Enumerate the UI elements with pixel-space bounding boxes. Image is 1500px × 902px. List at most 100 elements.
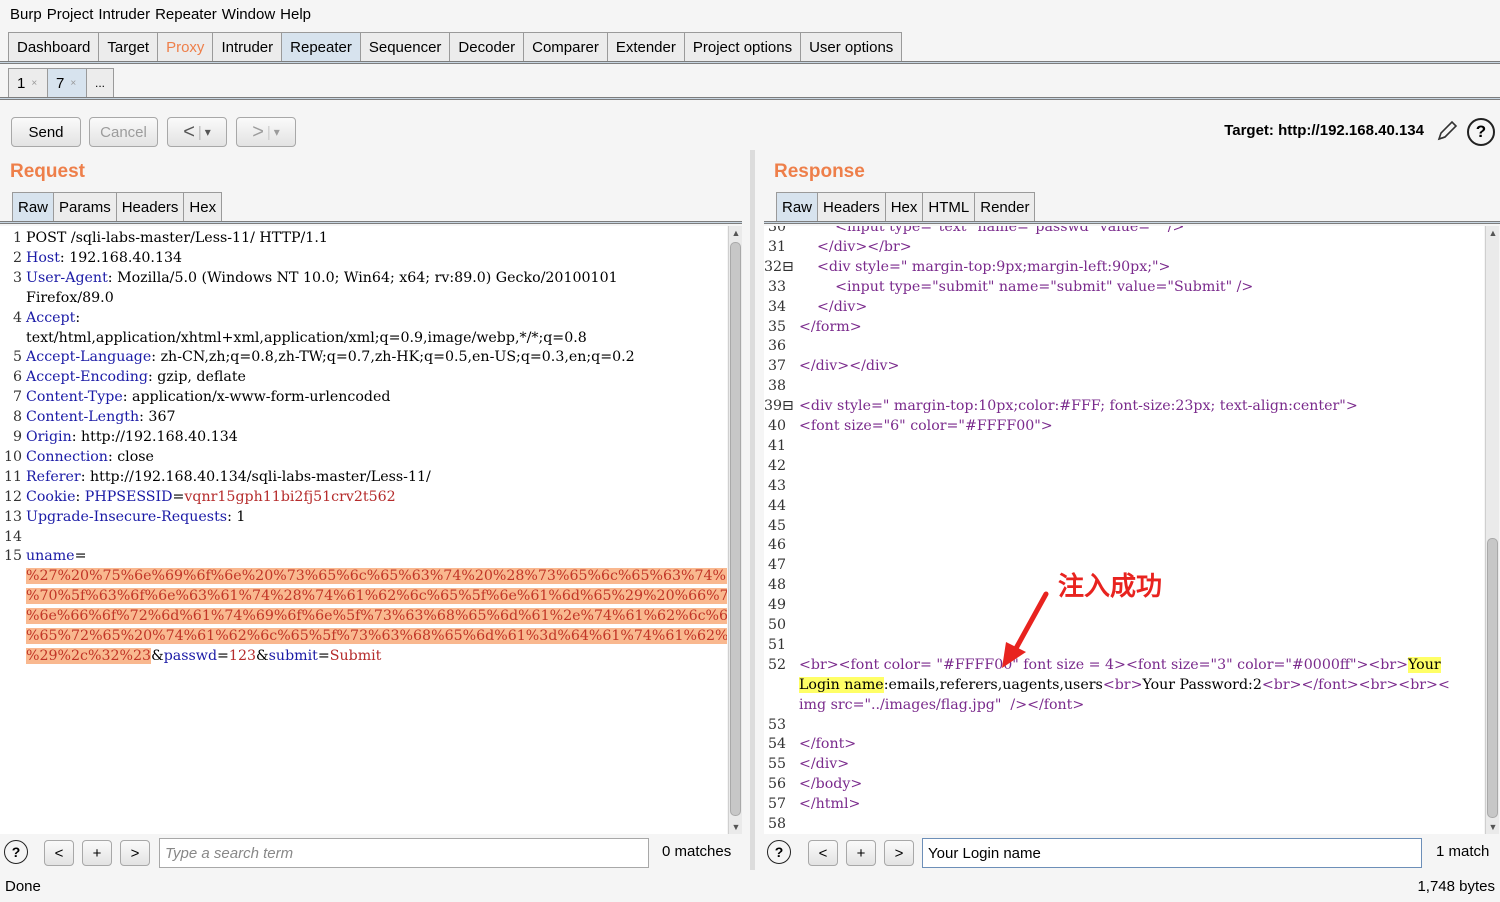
line-number: 1 [12,230,22,246]
request-search-input[interactable]: Type a search term [159,838,649,868]
code-token: Connection [26,448,108,465]
line-number: 57 [767,796,786,813]
response-tab-raw[interactable]: Raw [776,192,819,222]
code-line: 42 [764,456,1484,476]
response-tab-hex[interactable]: Hex [884,192,924,222]
tab-extender[interactable]: Extender [606,32,685,62]
code-token: = [317,647,330,664]
help-icon[interactable]: ? [4,840,28,864]
new-tab-button[interactable]: ... [86,68,114,98]
tab-intruder[interactable]: Intruder [212,32,283,62]
line-number: 14 [3,528,22,545]
scroll-down-icon[interactable]: ▼ [1486,820,1500,834]
code-line: 31 </div></br> [764,237,1484,257]
request-tab-hex[interactable]: Hex [183,192,223,222]
line-text: </div> [799,297,867,317]
code-line: 37 </div></div> [764,356,1484,376]
repeater-tab-1[interactable]: 1 × [8,68,48,98]
response-tab-html[interactable]: HTML [922,192,976,222]
line-number: 40 [767,418,786,434]
tab-repeater[interactable]: Repeater [281,32,361,62]
line-text: %65%72%65%20%74%61%62%6c%65%5f%73%63%68%… [26,626,727,646]
next-match-button[interactable]: > [120,840,150,866]
code-token: Cookie [26,488,76,505]
close-icon[interactable]: × [31,78,37,89]
code-line: 3 User-Agent: Mozilla/5.0 (Windows NT 10.… [0,268,727,288]
line-text: <div style=" margin-top:9px;margin-left:… [799,257,1170,277]
help-icon[interactable]: ? [1467,118,1495,146]
line-number: 37 [767,358,786,375]
code-token: 123 [228,647,257,664]
line-number: 45 [767,517,786,534]
request-tab-raw[interactable]: Raw [12,192,55,222]
code-token: User-Agent [26,269,108,286]
pencil-icon[interactable] [1434,118,1460,144]
menu-burp[interactable]: Burp [10,6,42,23]
code-line: 13 Upgrade-Insecure-Requests: 1 [0,507,727,527]
line-number: 51 [767,636,786,653]
response-scrollbar[interactable]: ▲ ▼ [1485,226,1499,834]
request-tab-params[interactable]: Params [53,192,117,222]
tab-proxy[interactable]: Proxy [157,32,214,62]
response-tab-headers[interactable]: Headers [817,192,886,222]
request-scrollbar[interactable]: ▲ ▼ [728,226,742,834]
scroll-thumb[interactable] [730,242,741,816]
menu-project[interactable]: Project [47,6,94,23]
subtab-divider [0,97,1500,100]
request-tab-headers[interactable]: Headers [115,192,185,222]
close-icon[interactable]: × [70,78,76,89]
menu-repeater[interactable]: Repeater [155,6,217,23]
response-search-input[interactable]: Your Login name [922,838,1422,868]
line-number: 53 [767,716,786,733]
tab-user-options[interactable]: User options [800,32,903,62]
line-number: 48 [767,577,786,594]
help-icon[interactable]: ? [767,840,791,864]
tab-target[interactable]: Target [98,32,159,62]
scroll-up-icon[interactable]: ▲ [1486,226,1500,240]
menu-window[interactable]: Window [222,6,275,23]
scroll-down-icon[interactable]: ▼ [729,820,743,834]
response-editor[interactable]: 30 <input type="text" name="passwd" valu… [764,226,1484,834]
line-number: 35 [767,318,786,335]
tab-comparer[interactable]: Comparer [523,32,608,62]
prev-match-button[interactable]: < [44,840,74,866]
pane-splitter[interactable] [750,150,755,870]
code-token: : http://192.168.40.134/sqli-labs-master… [80,468,431,485]
tab-sequencer[interactable]: Sequencer [359,32,451,62]
line-text: %27%20%75%6e%69%6f%6e%20%73%65%6c%65%63%… [26,566,727,586]
repeater-tab-7[interactable]: 7 × [47,68,87,98]
code-line: 4 Accept: [0,308,727,328]
line-number: 9 [12,429,22,445]
tab-decoder[interactable]: Decoder [449,32,525,62]
menu-help[interactable]: Help [280,6,311,23]
line-number: 8 [12,409,22,426]
tab-dashboard[interactable]: Dashboard [8,32,100,62]
line-number: 33 [767,278,786,295]
back-button[interactable]: < | ▾ [167,117,227,147]
scroll-thumb[interactable] [1487,538,1498,818]
code-token: <font size="6" color="#FFFF00"> [799,418,1053,434]
response-tab-render[interactable]: Render [974,192,1036,222]
add-search-button[interactable]: + [846,840,876,866]
cancel-button[interactable]: Cancel [89,117,158,147]
code-token: : 1 [227,508,246,525]
request-title: Request [10,161,85,182]
code-line: 56 </body> [764,774,1484,794]
code-token: :emails,referers,uagents,users [883,676,1103,693]
code-token: = [217,647,229,664]
divider: | [197,123,202,141]
menu-intruder[interactable]: Intruder [98,6,150,23]
line-text: </div></div> [799,356,899,376]
line-number: 56 [767,776,786,793]
code-token: Firefox/89.0 [26,289,114,306]
next-match-button[interactable]: > [884,840,914,866]
code-line: 40 <font size="6" color="#FFFF00"> [764,416,1484,436]
add-search-button[interactable]: + [82,840,112,866]
forward-button[interactable]: > | ▾ [236,117,296,147]
code-token: %70%5f%63%6f%6e%63%61%74%28%74%61%62%6c%… [26,588,727,605]
request-editor[interactable]: 1 POST /sqli-labs-master/Less-11/ HTTP/1.… [0,226,727,834]
send-button[interactable]: Send [11,117,81,147]
tab-project-options[interactable]: Project options [683,32,802,62]
prev-match-button[interactable]: < [808,840,838,866]
scroll-up-icon[interactable]: ▲ [729,226,743,240]
